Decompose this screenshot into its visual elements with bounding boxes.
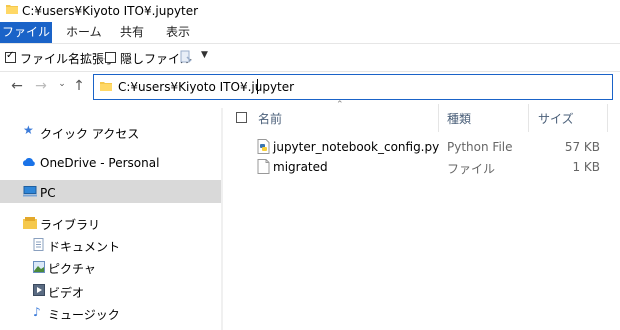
- file-type: ファイル: [447, 162, 496, 176]
- pictures-icon: [33, 261, 45, 273]
- select-all-checkbox[interactable]: [236, 112, 247, 123]
- nav-item-quick-access[interactable]: クイック アクセス: [40, 125, 139, 142]
- computer-icon: [23, 186, 37, 197]
- file-extension-checkbox[interactable]: [5, 50, 16, 63]
- column-header-type[interactable]: 種類: [447, 110, 471, 127]
- nav-item-library[interactable]: ライブラリ: [40, 216, 100, 233]
- hide-selected-icon[interactable]: [180, 50, 192, 64]
- window-title: C:¥users¥Kiyoto ITO¥.jupyter: [22, 4, 199, 18]
- file-extension-label: ファイル名拡張子: [20, 52, 117, 66]
- blank-file-icon: [257, 159, 270, 174]
- folder-icon: [6, 5, 18, 14]
- file-size: 1 KB: [572, 160, 600, 174]
- documents-icon: [33, 238, 44, 251]
- nav-item-music[interactable]: ミュージック: [48, 306, 120, 323]
- hidden-files-checkbox[interactable]: [105, 52, 116, 63]
- nav-item-pc[interactable]: PC: [40, 186, 56, 200]
- quick-access-dropdown-icon[interactable]: ▼: [201, 50, 208, 60]
- videos-icon: [33, 284, 45, 296]
- file-size: 57 KB: [564, 140, 600, 154]
- star-icon: ★: [23, 123, 34, 137]
- tab-home[interactable]: ホーム: [66, 22, 102, 43]
- library-icon: [23, 217, 37, 229]
- forward-arrow-icon[interactable]: →: [32, 78, 50, 94]
- file-type: Python File: [447, 140, 513, 154]
- nav-item-videos[interactable]: ビデオ: [48, 284, 84, 301]
- column-divider[interactable]: [438, 104, 439, 132]
- python-file-icon: [257, 139, 270, 154]
- address-path[interactable]: C:¥users¥Kiyoto ITO¥.jupyter: [118, 80, 294, 94]
- pane-splitter[interactable]: [221, 108, 223, 330]
- nav-item-pictures[interactable]: ピクチャ: [48, 260, 96, 277]
- nav-item-documents[interactable]: ドキュメント: [48, 238, 120, 255]
- column-divider[interactable]: [607, 104, 608, 132]
- nav-item-onedrive[interactable]: OneDrive - Personal: [40, 156, 159, 170]
- cloud-icon: [22, 157, 35, 166]
- tab-view[interactable]: 表示: [166, 22, 190, 43]
- tab-share[interactable]: 共有: [120, 22, 144, 43]
- tab-file[interactable]: ファイル: [0, 22, 52, 43]
- back-arrow-icon[interactable]: ←: [8, 78, 26, 94]
- file-name[interactable]: jupyter_notebook_config.py: [273, 140, 439, 154]
- recent-locations-chevron-icon[interactable]: ⌄: [53, 79, 71, 89]
- column-header-size[interactable]: サイズ: [538, 110, 574, 127]
- column-divider[interactable]: [528, 104, 529, 132]
- folder-icon: [100, 82, 112, 91]
- file-name[interactable]: migrated: [273, 160, 328, 174]
- column-header-name[interactable]: 名前: [258, 110, 282, 127]
- up-arrow-icon[interactable]: ↑: [70, 78, 88, 94]
- sort-ascending-icon: ⌃: [336, 100, 344, 110]
- text-caret: [257, 79, 258, 94]
- music-icon: ♪: [33, 305, 41, 319]
